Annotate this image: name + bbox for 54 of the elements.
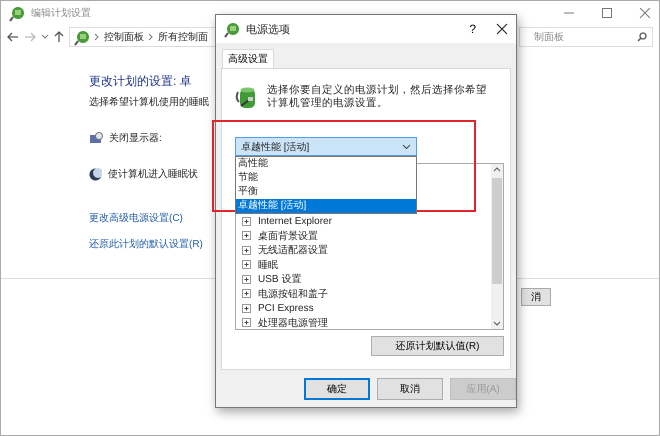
plan-dropdown[interactable]: 卓越性能 [活动] [235,137,417,156]
page-heading: 更改计划的设置: 卓 [89,73,192,90]
search-icon [637,32,647,42]
back-arrow-icon[interactable] [7,32,19,42]
monitor-icon [89,132,103,144]
dialog-title: 电源选项 [246,22,290,36]
expand-icon[interactable] [242,304,251,313]
dropdown-option[interactable]: 卓越性能 [活动] [236,199,416,213]
breadcrumb[interactable]: 控制面板 [104,30,144,44]
dialog-button[interactable]: 取消 [377,378,443,400]
dropdown-option[interactable]: 高性能 [236,157,416,171]
tree-item[interactable]: Internet Explorer [258,216,332,227]
instruction-text: 选择你要自定义的电源计划，然后选择你希望计算机管理的电源设置。 [267,84,487,110]
maximize-icon[interactable] [601,7,613,19]
tree-item[interactable]: 处理器电源管理 [258,316,328,329]
chevron-right-icon [148,33,154,41]
tree-item[interactable]: 桌面背景设置 [258,228,318,243]
expand-icon[interactable] [242,260,251,270]
tree-item[interactable]: 电源按钮和盖子 [258,286,328,301]
scroll-up-icon [493,167,501,172]
setting-label: 使计算机进入睡眠状 [108,168,198,181]
scrollbar-thumb[interactable] [492,178,502,284]
setting-label: 关闭显示器: [109,132,162,145]
page-subtitle: 选择希望计算机使用的睡眠 [89,96,209,109]
cancel-button[interactable]: 消 [521,288,551,306]
expand-icon[interactable] [242,289,251,298]
help-button[interactable]: ? [455,22,490,36]
dialog-button[interactable]: 确定 [304,378,370,400]
expand-icon[interactable] [242,231,251,240]
tree-item[interactable]: 无线适配器设置 [258,243,328,258]
restore-defaults-button[interactable]: 还原计划默认值(R) [371,336,504,356]
tree-item[interactable]: USB 设置 [258,272,302,286]
tree-item[interactable]: 睡眠 [258,258,278,272]
chevron-down-icon [402,144,411,150]
window-title: 编辑计划设置 [31,6,91,20]
dropdown-option[interactable]: 节能 [236,171,416,185]
breadcrumb[interactable]: 所有控制面 [158,30,208,44]
expand-icon[interactable] [242,318,251,328]
chevron-right-icon [94,33,100,41]
dropdown-option[interactable]: 平衡 [236,185,416,199]
scrollbar[interactable] [491,164,503,329]
moon-icon [89,168,102,180]
search-field[interactable]: 制面板 [519,27,653,47]
scroll-down-icon [493,321,501,326]
close-icon[interactable] [496,23,508,35]
expand-icon[interactable] [242,216,251,226]
tree-item[interactable]: PCI Express [258,302,314,314]
settings-link[interactable]: 还原此计划的默认设置(R) [89,237,203,251]
chevron-down-icon[interactable] [41,34,49,40]
tab[interactable]: 高级设置 [222,49,274,68]
expand-icon[interactable] [242,274,251,284]
up-arrow-icon[interactable] [54,31,64,43]
expand-icon[interactable] [242,246,251,255]
settings-link[interactable]: 更改高级电源设置(C) [89,211,183,225]
